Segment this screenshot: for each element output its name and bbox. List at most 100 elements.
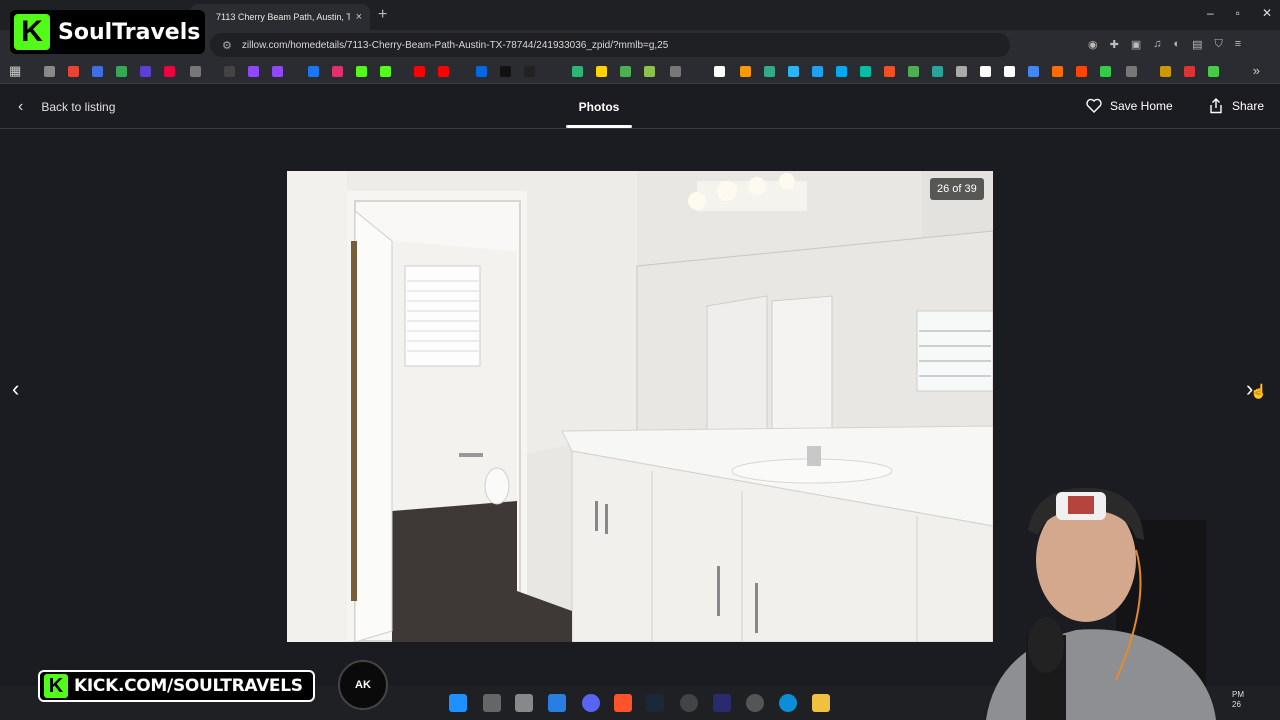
back-to-listing-button[interactable]: ‹ Back to listing: [18, 98, 115, 116]
folder-icon[interactable]: [670, 66, 681, 77]
bookmark-icon[interactable]: [44, 66, 55, 77]
file-explorer-icon[interactable]: [812, 694, 830, 712]
bathroom-photo-image: [287, 171, 993, 642]
tiktok-icon[interactable]: [500, 66, 511, 77]
share-icon: [1210, 98, 1222, 114]
url-text: zillow.com/homedetails/7113-Cherry-Beam-…: [241, 39, 669, 51]
bookmark-icon[interactable]: [272, 66, 283, 77]
window-controls: – ▫ ✕: [1207, 6, 1272, 20]
bookmark-icon[interactable]: [596, 66, 607, 77]
bookmark-icon[interactable]: [164, 66, 175, 77]
premiere-pro-icon[interactable]: [713, 694, 731, 712]
youtube-icon[interactable]: [438, 66, 449, 77]
meta-icon[interactable]: [476, 66, 487, 77]
twitch-icon[interactable]: [248, 66, 259, 77]
site-settings-icon[interactable]: ⚙: [222, 39, 232, 52]
bookmark-icon[interactable]: [620, 66, 631, 77]
bookmark-icon[interactable]: [224, 66, 235, 77]
edge-icon[interactable]: [779, 694, 797, 712]
ak-streamer-badge: AK: [338, 660, 388, 710]
bookmark-icon[interactable]: [740, 66, 751, 77]
kick-logo-icon: K: [44, 674, 68, 698]
url-field[interactable]: ⚙ zillow.com/homedetails/7113-Cherry-Bea…: [210, 33, 1010, 57]
reddit-icon[interactable]: [1076, 66, 1087, 77]
bookmark-icon[interactable]: [980, 66, 991, 77]
bookmark-icon[interactable]: [764, 66, 775, 77]
youtube-icon[interactable]: [414, 66, 425, 77]
kick-logo-icon: K: [14, 14, 50, 50]
kick-icon[interactable]: [356, 66, 367, 77]
maximize-icon[interactable]: ▫: [1236, 6, 1240, 20]
brand-logo: K SoulTravels: [10, 10, 205, 54]
minimize-icon[interactable]: –: [1207, 6, 1214, 20]
new-tab-button[interactable]: +: [378, 6, 387, 24]
extension-icon[interactable]: ◉: [1088, 38, 1098, 51]
bookmark-icon[interactable]: [1052, 66, 1063, 77]
shield-icon[interactable]: ⛉: [1215, 38, 1223, 51]
instagram-icon[interactable]: [332, 66, 343, 77]
bookmark-icon[interactable]: [1028, 66, 1039, 77]
photos-app-icon[interactable]: [548, 694, 566, 712]
bookmark-icon[interactable]: [116, 66, 127, 77]
bookmark-icon[interactable]: [1184, 66, 1195, 77]
amazon-icon[interactable]: [714, 66, 725, 77]
heart-icon: [1086, 98, 1102, 113]
profile-icon[interactable]: ◐: [1173, 38, 1180, 51]
ak-badge-text: AK: [355, 679, 371, 691]
microsoft-icon[interactable]: [884, 66, 895, 77]
share-button[interactable]: Share: [1208, 98, 1264, 114]
x-icon[interactable]: [524, 66, 535, 77]
bookmark-icon[interactable]: [812, 66, 823, 77]
discord-icon[interactable]: [582, 694, 600, 712]
folder-icon[interactable]: [1126, 66, 1137, 77]
bookmark-icon[interactable]: [932, 66, 943, 77]
snipping-tool-icon[interactable]: [515, 694, 533, 712]
bookmark-icon[interactable]: [572, 66, 583, 77]
brave-browser-icon[interactable]: [614, 694, 632, 712]
bookmark-icon[interactable]: [836, 66, 847, 77]
bookmarks-bar: ▦ »: [0, 60, 1280, 84]
music-icon[interactable]: ♫: [1153, 38, 1161, 51]
save-home-button[interactable]: Save Home: [1086, 98, 1173, 113]
bookmark-icon[interactable]: [908, 66, 919, 77]
bookmark-icon[interactable]: [1160, 66, 1171, 77]
listing-photo[interactable]: [287, 171, 993, 642]
tab-photos[interactable]: Photos: [566, 100, 632, 128]
bookmark-icon[interactable]: [1004, 66, 1015, 77]
app-icon[interactable]: [746, 694, 764, 712]
brand-name: SoulTravels: [58, 19, 201, 45]
kick-icon[interactable]: [380, 66, 391, 77]
bookmark-icon[interactable]: [1100, 66, 1111, 77]
sidebar-icon[interactable]: ▣: [1131, 38, 1141, 51]
bookmark-icon[interactable]: [644, 66, 655, 77]
gmail-icon[interactable]: [68, 66, 79, 77]
previous-photo-button[interactable]: ‹: [12, 376, 19, 402]
bookmark-icon[interactable]: [140, 66, 151, 77]
bookmark-icon[interactable]: [1208, 66, 1219, 77]
chevron-left-icon: ‹: [18, 98, 24, 115]
apps-grid-icon[interactable]: ▦: [9, 63, 21, 79]
kick-url-banner: K KICK.COM/SOULTRAVELS: [38, 670, 315, 702]
bookmark-icon[interactable]: [92, 66, 103, 77]
wallet-icon[interactable]: ▤: [1192, 38, 1202, 51]
task-view-icon[interactable]: [483, 694, 501, 712]
facebook-icon[interactable]: [308, 66, 319, 77]
kick-url-text: KICK.COM/SOULTRAVELS: [74, 676, 303, 696]
steam-icon[interactable]: [646, 694, 664, 712]
toolbar-extensions: ◉ ✚ ▣ ♫ ◐ ▤ ⛉ ≡: [1088, 38, 1241, 51]
bookmark-icon[interactable]: [956, 66, 967, 77]
windows-start-icon[interactable]: [449, 694, 467, 712]
close-window-icon[interactable]: ✕: [1262, 6, 1272, 20]
tab-photos-label: Photos: [578, 100, 620, 114]
bookmark-icon[interactable]: [860, 66, 871, 77]
photo-counter: 26 of 39: [930, 178, 984, 200]
folder-icon[interactable]: [190, 66, 201, 77]
bookmark-icon[interactable]: [788, 66, 799, 77]
obs-icon[interactable]: [680, 694, 698, 712]
menu-icon[interactable]: ≡: [1235, 38, 1241, 51]
more-bookmarks-icon[interactable]: »: [1253, 63, 1260, 78]
mouse-cursor-icon: ☝: [1250, 383, 1268, 399]
puzzle-icon[interactable]: ✚: [1110, 38, 1119, 51]
tab-close-icon[interactable]: ×: [356, 11, 362, 23]
browser-tab-active[interactable]: ⌂ 7113 Cherry Beam Path, Austin, T ×: [190, 4, 370, 30]
